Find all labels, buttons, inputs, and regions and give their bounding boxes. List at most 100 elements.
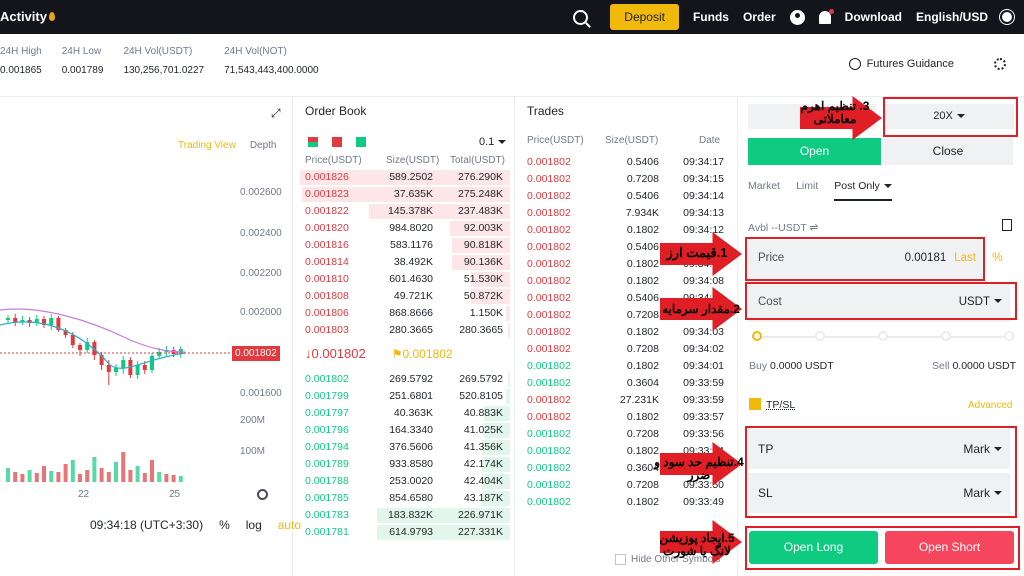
trade-price: 0.001802 bbox=[527, 462, 571, 474]
orderbook-row[interactable]: 0.001814 38.492K 90.136K bbox=[296, 254, 510, 271]
volume-bar bbox=[164, 474, 169, 482]
orderbook-row[interactable]: 0.001783 183.832K 226.971K bbox=[296, 507, 510, 524]
orderbook-row[interactable]: 0.001788 253.0020 42.404K bbox=[296, 473, 510, 490]
available-balance: Avbl --USDT ⇌ bbox=[748, 222, 818, 234]
search-icon[interactable] bbox=[573, 9, 589, 25]
orderbook-row[interactable]: 0.001808 49.721K 50.872K bbox=[296, 288, 510, 305]
trade-price: 0.001802 bbox=[527, 479, 571, 491]
chart-settings-icon[interactable] bbox=[257, 489, 268, 500]
percent-scale-button[interactable]: % bbox=[219, 518, 230, 532]
divider bbox=[514, 96, 515, 576]
trade-size: 0.5406 bbox=[626, 156, 659, 168]
tpsl-checkbox[interactable] bbox=[749, 398, 761, 410]
last-price: ↓0.001802 bbox=[305, 346, 366, 361]
deposit-button[interactable]: Deposit bbox=[610, 4, 679, 30]
annotation-cost: 2.مقدار سرمایه bbox=[662, 302, 740, 316]
trade-size: 7.934K bbox=[625, 207, 659, 219]
expand-chart-icon[interactable]: ⤢ bbox=[271, 106, 281, 121]
advanced-link[interactable]: Advanced bbox=[968, 400, 1012, 411]
volume-bar bbox=[27, 470, 32, 482]
transfer-icon[interactable]: ⇌ bbox=[809, 222, 818, 234]
trade-price: 0.001802 bbox=[527, 224, 571, 236]
orderbook-row[interactable]: 0.001803 280.3665 280.3665 bbox=[296, 322, 510, 339]
orderbook-row[interactable]: 0.001806 868.8666 1.150K bbox=[296, 305, 510, 322]
highlight-box-price bbox=[745, 237, 985, 281]
tab-trading-view[interactable]: Trading View bbox=[178, 140, 236, 151]
theme-toggle-icon[interactable] bbox=[1002, 12, 1012, 22]
log-scale-button[interactable]: log bbox=[246, 518, 262, 532]
orderbook-row[interactable]: 0.001820 984.8020 92.003K bbox=[296, 220, 510, 237]
slider-step-knob[interactable] bbox=[1004, 331, 1014, 341]
trade-row: 0.001802 0.1802 09:34:03 bbox=[518, 324, 728, 341]
slider-step-knob[interactable] bbox=[878, 331, 888, 341]
orderbook-price: 0.001783 bbox=[305, 509, 349, 521]
trade-time: 09:34:13 bbox=[683, 207, 724, 219]
volume-bar bbox=[106, 472, 111, 482]
y-axis-tick: 0.002000 bbox=[240, 307, 282, 318]
orderbook-row[interactable]: 0.001826 589.2502 276.290K bbox=[296, 169, 510, 186]
orderbook-row[interactable]: 0.001781 614.9793 227.331K bbox=[296, 524, 510, 541]
orderbook-size: 280.3665 bbox=[389, 324, 433, 336]
volume-bar bbox=[135, 466, 140, 482]
candle-body bbox=[121, 360, 126, 368]
ticker-stats: 24H High 0.001865 24H Low 0.001789 24H Vol… bbox=[0, 46, 319, 76]
slider-step-knob[interactable] bbox=[752, 331, 762, 341]
trade-price: 0.001802 bbox=[527, 156, 571, 168]
download-link[interactable]: Download bbox=[845, 10, 902, 24]
volume-axis-tick: 100M bbox=[240, 446, 266, 457]
calculator-icon[interactable] bbox=[1002, 219, 1012, 231]
order-menu[interactable]: Order bbox=[743, 10, 776, 24]
trade-row: 0.001802 0.1802 09:33:57 bbox=[518, 409, 728, 426]
slider-step-knob[interactable] bbox=[815, 331, 825, 341]
stat-24h-vol-not: 24H Vol(NOT) 71,543,443,400.0000 bbox=[224, 46, 319, 76]
candle-body bbox=[135, 365, 140, 375]
orderbook-row[interactable]: 0.001785 854.6580 43.187K bbox=[296, 490, 510, 507]
orderbook-row[interactable]: 0.001796 164.3340 41.025K bbox=[296, 422, 510, 439]
trade-time: 09:34:08 bbox=[683, 275, 724, 287]
orderbook-row[interactable]: 0.001794 376.5606 41.356K bbox=[296, 439, 510, 456]
tab-post-only[interactable]: Post Only bbox=[834, 180, 892, 201]
orderbook-price: 0.001802 bbox=[305, 373, 349, 385]
trade-row: 0.001802 0.5406 09:34:17 bbox=[518, 154, 728, 171]
orderbook-total: 90.136K bbox=[463, 256, 503, 268]
tab-close[interactable]: Close bbox=[883, 138, 1013, 165]
orderbook-row[interactable]: 0.001823 37.635K 275.248K bbox=[296, 186, 510, 203]
chart-view-tabs: Trading View Depth bbox=[178, 140, 277, 151]
trade-time: 09:33:49 bbox=[683, 496, 724, 508]
orderbook-size: 868.8666 bbox=[389, 307, 433, 319]
tick-size-value: 0.1 bbox=[479, 136, 495, 148]
tab-limit[interactable]: Limit bbox=[796, 180, 818, 201]
tab-depth[interactable]: Depth bbox=[250, 140, 277, 151]
volume-bar bbox=[150, 460, 154, 482]
orderbook-row[interactable]: 0.001810 601.4630 51.530K bbox=[296, 271, 510, 288]
orderbook-row[interactable]: 0.001789 933.8580 42.174K bbox=[296, 456, 510, 473]
tick-size-select[interactable]: 0.1 bbox=[479, 136, 507, 148]
tpsl-label: TP/SL bbox=[766, 399, 796, 411]
stat-24h-high: 24H High 0.001865 bbox=[0, 46, 42, 76]
tab-market[interactable]: Market bbox=[748, 180, 780, 201]
orderbook-row[interactable]: 0.001822 145.378K 237.483K bbox=[296, 203, 510, 220]
divider bbox=[0, 96, 1024, 97]
volume-bar bbox=[128, 470, 133, 482]
language-currency-selector[interactable]: English/USD bbox=[916, 10, 988, 24]
user-avatar-icon[interactable] bbox=[789, 9, 805, 25]
orderbook-row[interactable]: 0.001802 269.5792 269.5792 bbox=[296, 371, 510, 388]
orderbook-row[interactable]: 0.001799 251.6801 520.8105 bbox=[296, 388, 510, 405]
activity-link[interactable]: Activity bbox=[0, 9, 55, 24]
settings-gear-icon[interactable] bbox=[994, 58, 1006, 70]
volume-bar bbox=[171, 475, 176, 482]
amount-slider[interactable] bbox=[752, 331, 1014, 341]
slider-step-knob[interactable] bbox=[941, 331, 951, 341]
compass-icon bbox=[848, 58, 861, 70]
orderbook-bids-icon[interactable] bbox=[356, 137, 366, 147]
futures-guidance-link[interactable]: Futures Guidance bbox=[848, 58, 954, 70]
orderbook-asks-icon[interactable] bbox=[332, 137, 342, 147]
percent-icon[interactable]: % bbox=[992, 250, 1003, 264]
orderbook-total: 1.150K bbox=[469, 307, 503, 319]
funds-menu[interactable]: Funds bbox=[693, 10, 729, 24]
orderbook-both-icon[interactable] bbox=[308, 137, 318, 147]
orderbook-row[interactable]: 0.001816 583.1176 90.818K bbox=[296, 237, 510, 254]
notification-bell-icon[interactable] bbox=[818, 8, 834, 24]
orderbook-row[interactable]: 0.001797 40.363K 40.883K bbox=[296, 405, 510, 422]
tab-open[interactable]: Open bbox=[748, 138, 881, 165]
